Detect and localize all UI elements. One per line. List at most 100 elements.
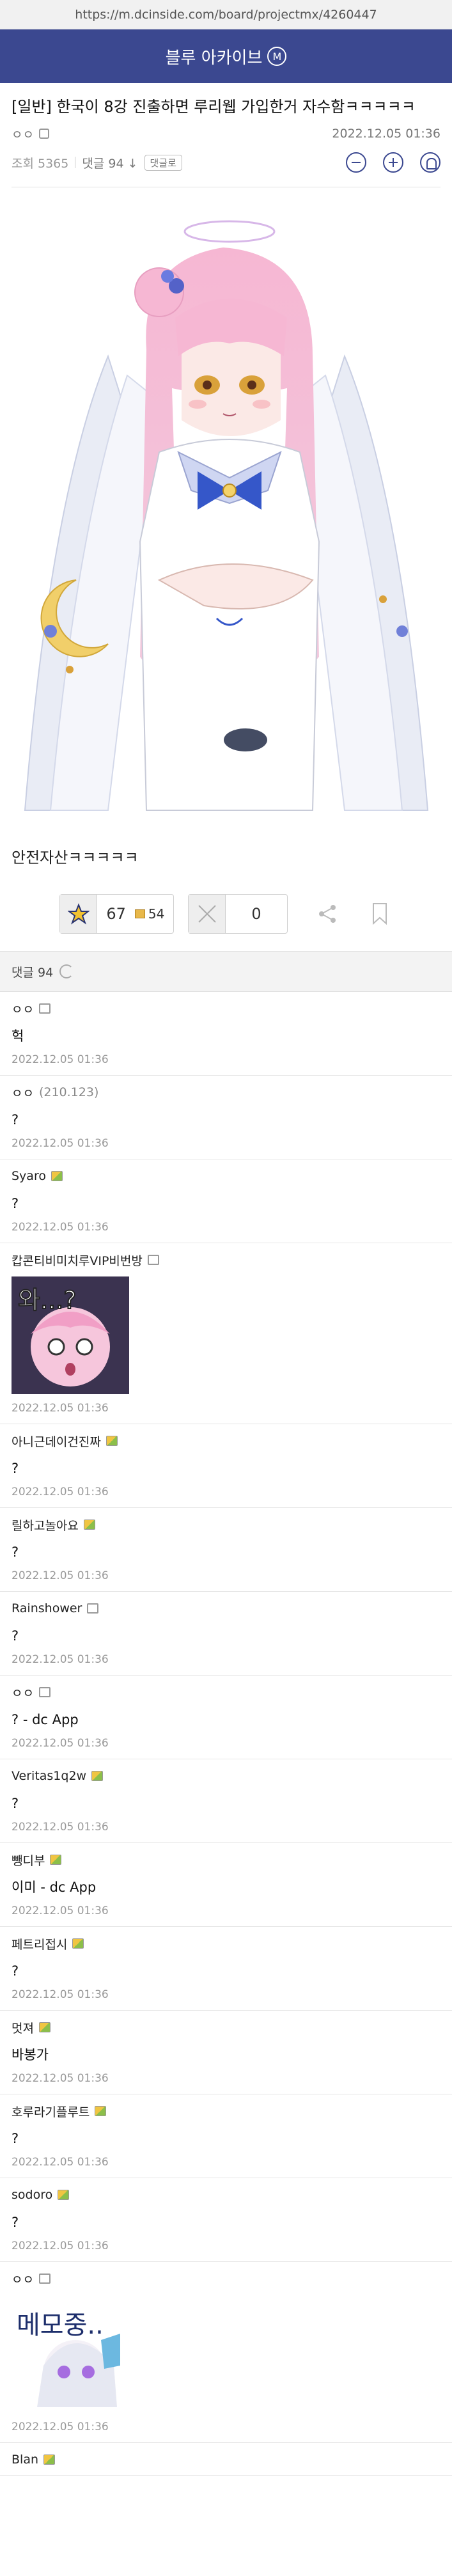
- upvote-count: 67: [106, 905, 126, 923]
- x-icon: [189, 895, 226, 933]
- fixed-nick-icon: [38, 129, 49, 139]
- comment-author[interactable]: ㅇㅇ: [12, 2270, 34, 2288]
- comment-author[interactable]: ㅇㅇ: [12, 1684, 34, 1701]
- address-bar[interactable]: https://m.dcinside.com/board/projectmx/4…: [0, 0, 452, 29]
- comment-author[interactable]: 릴하고놀아요: [12, 1516, 79, 1534]
- zoom-out-icon[interactable]: [346, 152, 366, 173]
- gallery-upvote-count: 54: [148, 906, 165, 922]
- comment-text: ?: [12, 1628, 19, 1644]
- comment-author-row: Blan: [12, 2451, 440, 2469]
- comment-author[interactable]: Veritas1q2w: [12, 1769, 86, 1783]
- comment-item: 페트리접시? 2022.12.05 01:36: [0, 1927, 452, 2011]
- post-author[interactable]: ㅇㅇ: [12, 125, 34, 143]
- comment-author-row: 호루라기플루트: [12, 2102, 440, 2120]
- comment-text: ?: [12, 1544, 19, 1560]
- comment-author-row: Veritas1q2w: [12, 1767, 440, 1785]
- comment-author-row: 아니근데이건진짜: [12, 1432, 440, 1450]
- gallery-header: 블루 아카이브 M: [0, 29, 452, 83]
- comment-count-link[interactable]: 댓글 94 ↓: [82, 154, 137, 171]
- svg-text:와...?: 와...?: [18, 1286, 76, 1314]
- comment-item: Rainshower? 2022.12.05 01:36: [0, 1592, 452, 1676]
- half-fixed-nick-icon: [38, 2022, 51, 2032]
- comment-author[interactable]: ㅇㅇ: [12, 1084, 34, 1101]
- comment-author-row: Syaro: [12, 1167, 440, 1185]
- comment-item: 릴하고놀아요? 2022.12.05 01:36: [0, 1508, 452, 1592]
- comment-text: ?: [12, 2215, 19, 2230]
- comment-author[interactable]: 캅콘티비미치루VIP비번방: [12, 1252, 143, 1269]
- comment-header-count: 댓글 94: [12, 965, 54, 980]
- comment-date: 2022.12.05 01:36: [12, 1053, 109, 1066]
- half-fixed-nick-icon: [51, 1171, 63, 1181]
- comment-author[interactable]: Syaro: [12, 1169, 46, 1183]
- refresh-icon[interactable]: [59, 964, 74, 978]
- comment-item: 멋져 바봉가 2022.12.05 01:36: [0, 2011, 452, 2094]
- comment-author[interactable]: Rainshower: [12, 1601, 82, 1615]
- post-title: [일반] 한국이 8강 진출하면 루리웹 가입한거 자수함ㅋㅋㅋㅋㅋ: [12, 98, 416, 116]
- bookmark-icon[interactable]: [367, 901, 393, 927]
- comment-author[interactable]: 뺑디부: [12, 1851, 45, 1869]
- comment-author-row: ㅇㅇ: [12, 1000, 440, 1017]
- half-fixed-nick-icon: [72, 1938, 84, 1949]
- downvote-count: 0: [251, 905, 261, 923]
- comment-author[interactable]: ㅇㅇ: [12, 1000, 34, 1017]
- comment-item: sodoro? 2022.12.05 01:36: [0, 2178, 452, 2262]
- comment-author[interactable]: sodoro: [12, 2188, 52, 2202]
- half-fixed-nick-icon: [50, 1855, 62, 1865]
- fixed-nick-icon: [38, 1003, 51, 1014]
- sticker-surprised[interactable]: 와...?: [12, 1276, 129, 1394]
- comment-author-row: 릴하고놀아요: [12, 1516, 440, 1534]
- fixed-nick-icon: [147, 1255, 159, 1265]
- comment-date: 2022.12.05 01:36: [12, 2156, 109, 2169]
- comment-author-row: sodoro: [12, 2186, 440, 2204]
- comment-item: 캅콘티비미치루VIP비번방와...? 2022.12.05 01:36: [0, 1243, 452, 1424]
- comment-item: ㅇㅇ ? - dc App 2022.12.05 01:36: [0, 1676, 452, 1759]
- post-stats: 조회 5365 댓글 94 ↓ 댓글로: [12, 150, 440, 175]
- comment-text: ?: [12, 1963, 19, 1979]
- comment-list-header: 댓글 94: [0, 951, 452, 992]
- upvote-button[interactable]: 67 54: [59, 894, 175, 934]
- comment-author[interactable]: 페트리접시: [12, 1935, 67, 1952]
- url-text: https://m.dcinside.com/board/projectmx/4…: [75, 7, 377, 22]
- comment-text: ?: [12, 1196, 19, 1211]
- comment-date: 2022.12.05 01:36: [12, 1221, 109, 1234]
- comment-item: 아니근데이건진짜? 2022.12.05 01:36: [0, 1424, 452, 1508]
- comment-date: 2022.12.05 01:36: [12, 1653, 109, 1666]
- post-meta: ㅇㅇ 2022.12.05 01:36: [12, 124, 440, 143]
- comment-text: ?: [12, 1112, 19, 1127]
- comment-date: 2022.12.05 01:36: [12, 1905, 109, 1917]
- sticker-memo[interactable]: 메모중..: [12, 2295, 129, 2413]
- comment-date: 2022.12.05 01:36: [12, 1402, 109, 1415]
- downvote-button[interactable]: 0: [188, 894, 288, 934]
- gallery-upvote: 54: [134, 906, 173, 922]
- comment-date: 2022.12.05 01:36: [12, 1737, 109, 1750]
- comment-author[interactable]: 호루라기플루트: [12, 2103, 90, 2120]
- star-icon: [60, 895, 98, 933]
- anime-girl-illustration: [24, 220, 428, 811]
- comment-item: Veritas1q2w? 2022.12.05 01:36: [0, 1759, 452, 1843]
- comment-author-row: ㅇㅇ: [12, 1683, 440, 1701]
- comment-ip: (210.123): [38, 1085, 99, 1099]
- gallery-title[interactable]: 블루 아카이브: [166, 45, 263, 68]
- comment-author-row: 페트리접시: [12, 1935, 440, 1952]
- fixed-nick-icon: [38, 1687, 51, 1697]
- gallery-nick-icon: [134, 909, 145, 918]
- comment-author[interactable]: Blan: [12, 2453, 38, 2467]
- comment-author[interactable]: 아니근데이건진짜: [12, 1433, 101, 1450]
- zoom-in-icon[interactable]: [383, 152, 403, 173]
- comment-count-label: 댓글 94: [82, 156, 124, 171]
- comment-author[interactable]: 멋져: [12, 2019, 34, 2036]
- comment-author-row: ㅇㅇ (210.123): [12, 1083, 440, 1101]
- comment-text: ?: [12, 1461, 19, 1476]
- comment-author-row: 뺑디부: [12, 1851, 440, 1869]
- share-icon[interactable]: [315, 901, 340, 927]
- comment-date: 2022.12.05 01:36: [12, 1137, 109, 1150]
- half-fixed-nick-icon: [105, 1436, 118, 1446]
- post-image[interactable]: [12, 209, 440, 823]
- comment-list: ㅇㅇ 헉 2022.12.05 01:36 ㅇㅇ (210.123)? 2022.12.0…: [0, 992, 452, 2476]
- notification-bell-icon[interactable]: [420, 152, 440, 173]
- comment-text: ? - dc App: [12, 1712, 79, 1727]
- half-fixed-nick-icon: [95, 2106, 107, 2116]
- comment-date: 2022.12.05 01:36: [12, 1569, 109, 1582]
- go-to-comments-button[interactable]: 댓글로: [144, 154, 182, 171]
- svg-text:메모중..: 메모중..: [17, 2311, 104, 2340]
